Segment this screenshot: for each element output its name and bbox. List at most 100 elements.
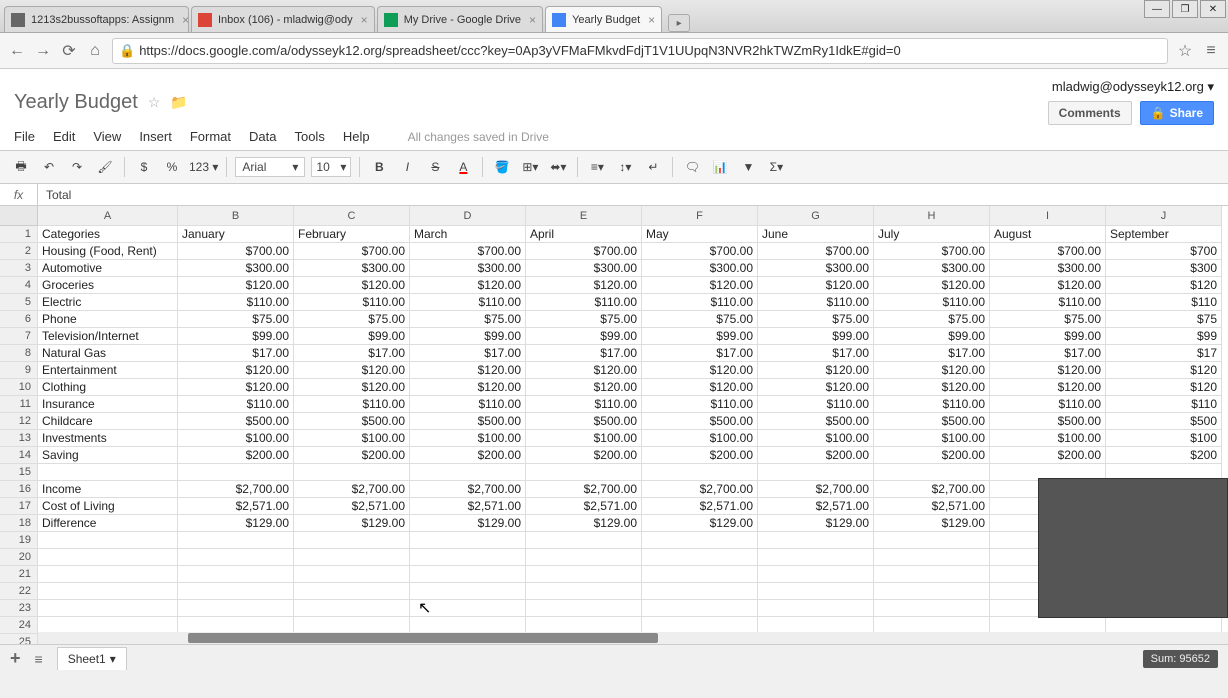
home-button[interactable]: ⌂ [86,42,104,60]
cell[interactable]: $120 [1106,277,1222,294]
cell[interactable]: Categories [38,226,178,243]
cell[interactable] [410,464,526,481]
doc-title[interactable]: Yearly Budget [14,91,138,114]
cell[interactable]: $17.00 [642,345,758,362]
cell[interactable]: $100.00 [526,430,642,447]
italic-button[interactable]: I [396,156,418,178]
cell[interactable]: $120.00 [294,362,410,379]
cell[interactable] [758,566,874,583]
cell[interactable]: $120.00 [990,277,1106,294]
cell[interactable] [294,600,410,617]
cell[interactable]: $110.00 [642,294,758,311]
column-header[interactable]: F [642,206,758,226]
cell[interactable]: $129.00 [178,515,294,532]
row-header[interactable]: 21 [0,566,38,583]
cell[interactable]: $2,700.00 [410,481,526,498]
new-tab-button[interactable]: ▸ [668,14,690,32]
wrap-text-icon[interactable]: ↵ [642,156,664,178]
cell[interactable]: $120.00 [990,379,1106,396]
cell[interactable]: $500 [1106,413,1222,430]
quick-sum[interactable]: Sum: 95652 [1143,650,1218,668]
row-header[interactable]: 20 [0,549,38,566]
cell[interactable]: $700 [1106,243,1222,260]
cell[interactable]: $700.00 [758,243,874,260]
cell[interactable]: $110.00 [410,294,526,311]
column-header[interactable]: C [294,206,410,226]
cell[interactable] [410,600,526,617]
cell[interactable]: $75.00 [178,311,294,328]
insert-comment-icon[interactable]: 🗨 [681,156,703,178]
cell[interactable]: $110.00 [874,294,990,311]
cell[interactable] [526,600,642,617]
column-header[interactable]: B [178,206,294,226]
cell[interactable]: $129.00 [526,515,642,532]
cell[interactable]: January [178,226,294,243]
browser-tab-3[interactable]: Yearly Budget × [545,6,662,32]
strikethrough-button[interactable]: S [424,156,446,178]
cell[interactable]: Television/Internet [38,328,178,345]
cell[interactable]: $120.00 [874,379,990,396]
maximize-button[interactable]: ❐ [1172,0,1198,18]
cell[interactable] [642,600,758,617]
cell[interactable]: $110.00 [758,294,874,311]
back-button[interactable]: ← [8,42,26,60]
row-header[interactable]: 12 [0,413,38,430]
cell[interactable]: $200.00 [990,447,1106,464]
currency-button[interactable]: $ [133,156,155,178]
cell[interactable]: $100.00 [874,430,990,447]
cell[interactable] [526,583,642,600]
cell[interactable] [874,583,990,600]
cell[interactable]: $500.00 [990,413,1106,430]
cell[interactable] [874,464,990,481]
cell[interactable]: May [642,226,758,243]
cell[interactable] [294,549,410,566]
cell[interactable] [758,600,874,617]
cell[interactable]: $2,700.00 [642,481,758,498]
cell[interactable]: $120.00 [410,277,526,294]
cell[interactable]: $300.00 [874,260,990,277]
row-header[interactable]: 19 [0,532,38,549]
cell[interactable]: $2,571.00 [410,498,526,515]
cell[interactable]: $300 [1106,260,1222,277]
cell[interactable]: $300.00 [758,260,874,277]
cell[interactable] [642,566,758,583]
cell[interactable] [642,532,758,549]
cell[interactable]: $2,700.00 [526,481,642,498]
cell[interactable]: April [526,226,642,243]
cell[interactable] [38,600,178,617]
cell[interactable]: $75.00 [526,311,642,328]
filter-icon[interactable]: ▼ [737,156,759,178]
cell[interactable]: $120.00 [526,277,642,294]
column-header[interactable]: I [990,206,1106,226]
close-window-button[interactable]: ✕ [1200,0,1226,18]
cell[interactable]: $700.00 [642,243,758,260]
cell[interactable]: $100.00 [294,430,410,447]
cell[interactable]: September [1106,226,1222,243]
cell[interactable]: $200.00 [642,447,758,464]
close-icon[interactable]: × [529,13,536,27]
cell[interactable]: $700.00 [410,243,526,260]
browser-tab-2[interactable]: My Drive - Google Drive × [377,6,543,32]
cell[interactable]: $120.00 [874,277,990,294]
cell[interactable]: Clothing [38,379,178,396]
menu-view[interactable]: View [93,129,121,144]
chrome-menu-icon[interactable]: ≡ [1202,42,1220,60]
cell[interactable]: $120.00 [410,379,526,396]
percent-button[interactable]: % [161,156,183,178]
cell[interactable]: $75 [1106,311,1222,328]
cell[interactable]: $99.00 [990,328,1106,345]
cell[interactable]: $200 [1106,447,1222,464]
cell[interactable]: Phone [38,311,178,328]
cell[interactable]: $500.00 [874,413,990,430]
cell[interactable]: $120.00 [642,362,758,379]
cell[interactable]: $99.00 [874,328,990,345]
cell[interactable] [642,549,758,566]
cell[interactable]: $99.00 [758,328,874,345]
comments-button[interactable]: Comments [1048,101,1132,125]
cell[interactable]: $2,571.00 [526,498,642,515]
row-header[interactable]: 6 [0,311,38,328]
cell[interactable] [410,583,526,600]
cell[interactable] [178,583,294,600]
row-header[interactable]: 5 [0,294,38,311]
cell[interactable]: $2,700.00 [758,481,874,498]
